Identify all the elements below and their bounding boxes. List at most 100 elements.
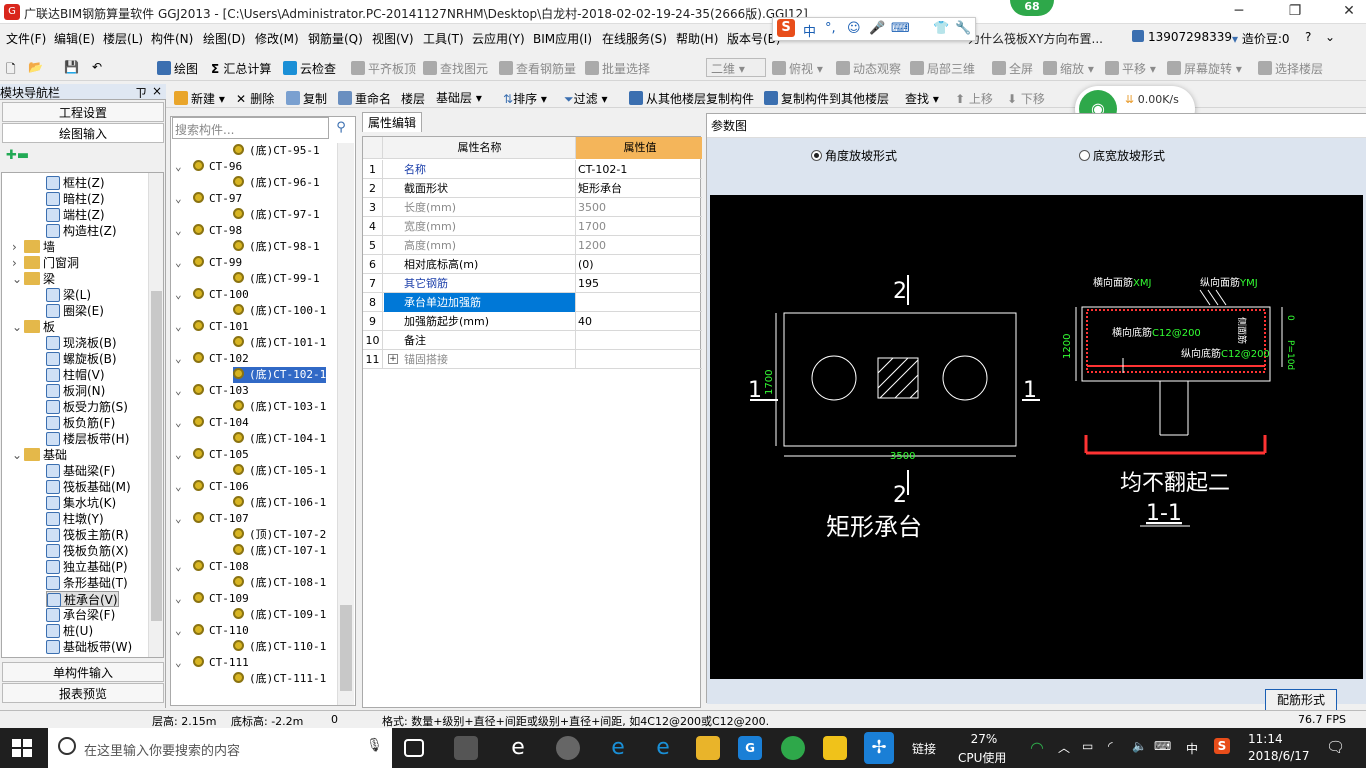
- local-3d-button[interactable]: 局部三维: [910, 60, 975, 77]
- component-item[interactable]: (顶)CT-107-2: [233, 527, 326, 543]
- network-icon[interactable]: ◜: [1108, 739, 1113, 753]
- filter-button[interactable]: ⏷过滤 ▾: [564, 90, 607, 107]
- undo-icon[interactable]: ↶: [92, 60, 102, 74]
- ime-emoji-icon[interactable]: ☺: [847, 21, 861, 36]
- clock-date[interactable]: 2018/6/17: [1248, 749, 1310, 763]
- menu-floor[interactable]: 楼层(L): [103, 30, 143, 47]
- component-item[interactable]: (底)CT-98-1: [233, 239, 320, 255]
- component-group[interactable]: ⌄ CT-110: [175, 623, 249, 639]
- save-icon[interactable]: 💾: [64, 60, 79, 74]
- chevron-down-icon[interactable]: ⌄: [175, 383, 182, 399]
- tree-item[interactable]: 筏板负筋(X): [46, 543, 129, 559]
- new-file-icon[interactable]: 🗋: [6, 60, 16, 81]
- chevron-down-icon[interactable]: ⌄: [12, 447, 24, 463]
- ime-bar[interactable]: S 中 °, ☺ 🎤 ⌨ 👕 🔧: [772, 17, 976, 41]
- batch-select-button[interactable]: 批量选择: [585, 60, 650, 77]
- ie-alt-icon[interactable]: e: [651, 736, 675, 760]
- rotate-screen-button[interactable]: 屏幕旋转 ▾: [1167, 60, 1242, 77]
- chevron-right-icon[interactable]: ›: [12, 255, 24, 271]
- draw-button[interactable]: 绘图: [157, 60, 198, 77]
- copy-to-other-floor-button[interactable]: 复制构件到其他楼层: [764, 90, 889, 107]
- chevron-down-icon[interactable]: ⌄: [175, 191, 182, 207]
- component-group[interactable]: ⌄ CT-106: [175, 479, 249, 495]
- chevron-down-icon[interactable]: ⌄: [175, 255, 182, 271]
- component-group[interactable]: ⌄ CT-111: [175, 655, 249, 671]
- tree-folder[interactable]: ⌄ 基础: [12, 447, 67, 463]
- property-row[interactable]: 2 截面形状 矩形承台: [363, 179, 702, 198]
- component-scroll-thumb[interactable]: [340, 605, 352, 691]
- tree-item[interactable]: 现浇板(B): [46, 335, 117, 351]
- tree-folder[interactable]: ⌄ 梁: [12, 271, 55, 287]
- app-green-icon[interactable]: [781, 736, 805, 760]
- ime-voice-icon[interactable]: 🎤: [869, 21, 885, 36]
- tree-item[interactable]: 板负筋(F): [46, 415, 115, 431]
- menu-rebar-qty[interactable]: 钢筋量(Q): [308, 30, 363, 47]
- close-icon[interactable]: ×: [152, 84, 162, 98]
- maximize-button[interactable]: ❐: [1280, 3, 1310, 21]
- menu-view[interactable]: 视图(V): [372, 30, 414, 47]
- property-value[interactable]: 1700: [576, 217, 702, 236]
- radio-bottom-width-slope[interactable]: 底宽放坡形式: [1079, 147, 1165, 164]
- expand-all-icon[interactable]: ✚▬: [6, 148, 29, 163]
- keyboard-icon[interactable]: ⌨: [1154, 739, 1171, 753]
- component-item[interactable]: (底)CT-103-1: [233, 399, 326, 415]
- tree-item[interactable]: 板洞(N): [46, 383, 105, 399]
- component-item[interactable]: (底)CT-96-1: [233, 175, 320, 191]
- property-row[interactable]: 10 备注: [363, 331, 702, 350]
- tree-item[interactable]: 基础板带(W): [46, 639, 132, 655]
- cloud-check-button[interactable]: 云检查: [283, 60, 336, 77]
- menu-help[interactable]: 帮助(H): [676, 30, 718, 47]
- ie-icon[interactable]: e: [506, 736, 530, 760]
- tree-item[interactable]: 桩承台(V): [46, 591, 119, 607]
- menu-tools[interactable]: 工具(T): [423, 30, 464, 47]
- ime-punct-icon[interactable]: °,: [825, 21, 836, 36]
- chevron-down-icon[interactable]: ⌄: [12, 319, 24, 335]
- component-item[interactable]: (底)CT-106-1: [233, 495, 326, 511]
- component-group[interactable]: ⌄ CT-103: [175, 383, 249, 399]
- component-item[interactable]: (底)CT-104-1: [233, 431, 326, 447]
- tree-item[interactable]: 条形基础(T): [46, 575, 128, 591]
- tree-item[interactable]: 基础梁(F): [46, 463, 115, 479]
- component-item[interactable]: (底)CT-100-1: [233, 303, 326, 319]
- chevron-down-icon[interactable]: ⌄: [1325, 30, 1335, 44]
- component-group[interactable]: ⌄ CT-100: [175, 287, 249, 303]
- component-item[interactable]: (底)CT-101-1: [233, 335, 326, 351]
- app-fan-icon[interactable]: [454, 736, 478, 760]
- pan-button[interactable]: 平移 ▾: [1105, 60, 1156, 77]
- search-icon[interactable]: ⚲: [331, 117, 351, 139]
- menu-component[interactable]: 构件(N): [151, 30, 193, 47]
- tree-item[interactable]: 楼层板带(H): [46, 431, 129, 447]
- chevron-right-icon[interactable]: ›: [12, 239, 24, 255]
- component-item[interactable]: (底)CT-97-1: [233, 207, 320, 223]
- single-component-input-button[interactable]: 单构件输入: [2, 662, 164, 682]
- new-button[interactable]: 新建 ▾: [174, 90, 225, 107]
- property-value[interactable]: 1200: [576, 236, 702, 255]
- copy-from-other-floor-button[interactable]: 从其他楼层复制构件: [629, 90, 754, 107]
- component-item[interactable]: (底)CT-99-1: [233, 271, 320, 287]
- tree-item[interactable]: 筏板基础(M): [46, 479, 131, 495]
- component-group[interactable]: ⌄ CT-96: [175, 159, 242, 175]
- tray-link[interactable]: 链接: [912, 740, 936, 757]
- news-link[interactable]: 为什么筏板XY方向布置...: [968, 30, 1103, 47]
- tree-item[interactable]: 圈梁(E): [46, 303, 104, 319]
- task-view-icon[interactable]: [404, 739, 424, 757]
- chevron-down-icon[interactable]: ⌄: [12, 271, 24, 287]
- component-group[interactable]: ⌄ CT-104: [175, 415, 249, 431]
- chevron-up-icon[interactable]: ︿: [1058, 739, 1070, 756]
- chevron-down-icon[interactable]: ⌄: [175, 479, 182, 495]
- wifi-tray-icon[interactable]: ◠: [1030, 738, 1044, 757]
- component-item[interactable]: (底)CT-108-1: [233, 575, 326, 591]
- battery-icon[interactable]: ▭: [1082, 739, 1093, 753]
- menu-cloud[interactable]: 云应用(Y): [472, 30, 525, 47]
- ime-lang-icon[interactable]: 中: [803, 21, 816, 40]
- sort-button[interactable]: ⇅排序 ▾: [503, 90, 547, 107]
- dynamic-view-button[interactable]: 动态观察: [836, 60, 901, 77]
- chevron-down-icon[interactable]: ⌄: [175, 287, 182, 303]
- glodon-icon[interactable]: G: [738, 736, 762, 760]
- move-up-button[interactable]: ⬆ 上移: [955, 90, 993, 107]
- draw-input-button[interactable]: 绘图输入: [2, 123, 164, 143]
- component-item[interactable]: (底)CT-105-1: [233, 463, 326, 479]
- chevron-down-icon[interactable]: ⌄: [175, 223, 182, 239]
- property-row[interactable]: 11 + 锚固搭接: [363, 350, 702, 369]
- property-value[interactable]: 矩形承台: [576, 179, 702, 198]
